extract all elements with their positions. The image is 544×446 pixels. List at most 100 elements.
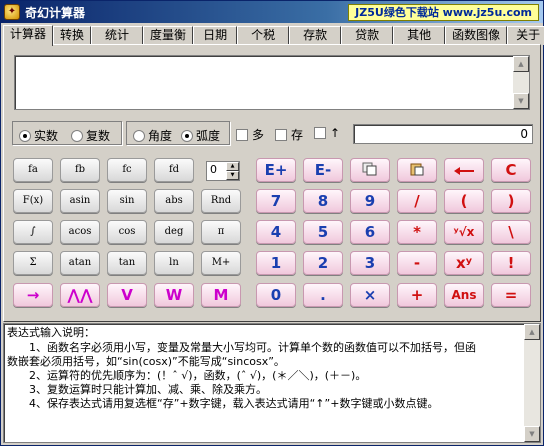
key-5[interactable]: 5: [303, 220, 343, 244]
key-fb[interactable]: fb: [60, 158, 100, 182]
checkbox-save[interactable]: 存: [275, 126, 303, 143]
radio-real-label: 实数: [34, 129, 59, 143]
key-3[interactable]: 3: [350, 251, 390, 275]
tab-tax[interactable]: 个税: [237, 26, 290, 45]
tab-bar: 计算器 转换 统计 度量衡 日期 个税 存款 贷款 其他 函数图像 关于: [3, 25, 544, 46]
key-m[interactable]: M: [201, 283, 241, 307]
checkbox-multi-box: [236, 129, 248, 141]
key-acos[interactable]: acos: [60, 220, 100, 244]
key-6[interactable]: 6: [350, 220, 390, 244]
tab-statistics[interactable]: 统计: [91, 26, 144, 45]
key-7[interactable]: 7: [256, 189, 296, 213]
help-scroll-up-icon[interactable]: ▲: [524, 324, 540, 340]
tab-about[interactable]: 关于: [507, 26, 544, 45]
result-display[interactable]: 0: [353, 124, 533, 144]
help-line: 3、复数运算时只能计算加、减、乘、除及乘方。: [7, 383, 267, 396]
angle-unit-group: 角度 弧度: [126, 121, 230, 145]
key-open-paren[interactable]: (: [444, 189, 484, 213]
key-9[interactable]: 9: [350, 189, 390, 213]
spinner-up-icon[interactable]: ▲: [226, 162, 239, 171]
key-rnd[interactable]: Rnd: [201, 189, 241, 213]
scroll-down-icon[interactable]: ▼: [513, 93, 529, 109]
function-slot-spinner[interactable]: 0 ▲ ▼: [206, 161, 240, 181]
radio-radian[interactable]: 弧度: [181, 127, 220, 144]
tab-other[interactable]: 其他: [393, 26, 446, 45]
tab-measures[interactable]: 度量衡: [143, 26, 194, 45]
radio-real[interactable]: 实数: [19, 127, 58, 144]
tab-function-graph[interactable]: 函数图像: [445, 26, 508, 45]
key-equals[interactable]: =: [491, 283, 531, 307]
key-int-divide[interactable]: \: [491, 220, 531, 244]
key-tan[interactable]: tan: [107, 251, 147, 275]
key-copy[interactable]: [350, 158, 390, 182]
key-arrow-right[interactable]: →: [13, 283, 53, 307]
title-bar[interactable]: ✦ 奇幻计算器 JZ5U绿色下载站 www.jz5u.com: [1, 1, 543, 23]
key-divide[interactable]: /: [397, 189, 437, 213]
key-factorial[interactable]: !: [491, 251, 531, 275]
key-0[interactable]: 0: [256, 283, 296, 307]
key-root[interactable]: ʸ√x: [444, 220, 484, 244]
spinner-down-icon[interactable]: ▼: [226, 171, 239, 180]
key-peaks[interactable]: ⋀⋀: [60, 283, 100, 307]
key-fa[interactable]: fa: [13, 158, 53, 182]
help-text-area[interactable]: 表达式输入说明： 1、函数名字必须用小写，变量及常量大小写均可。计算单个数的函数…: [3, 323, 541, 443]
key-ln[interactable]: ln: [154, 251, 194, 275]
key-ans[interactable]: Ans: [444, 283, 484, 307]
key-2[interactable]: 2: [303, 251, 343, 275]
key-cos[interactable]: cos: [107, 220, 147, 244]
help-scroll-down-icon[interactable]: ▼: [524, 426, 540, 442]
key-8[interactable]: 8: [303, 189, 343, 213]
key-minus[interactable]: -: [397, 251, 437, 275]
tab-convert[interactable]: 转换: [53, 26, 92, 45]
key-v[interactable]: V: [107, 283, 147, 307]
key-m-plus[interactable]: M+: [201, 251, 241, 275]
number-type-group: 实数 复数: [12, 121, 122, 145]
tab-deposit[interactable]: 存款: [289, 26, 342, 45]
checkbox-load[interactable]: ↑: [314, 126, 340, 140]
key-close-paren[interactable]: ): [491, 189, 531, 213]
key-backspace[interactable]: [444, 158, 484, 182]
key-e-minus[interactable]: E-: [303, 158, 343, 182]
radio-complex-label: 复数: [86, 129, 111, 143]
window-title: 奇幻计算器: [25, 5, 86, 20]
checkbox-save-box: [275, 129, 287, 141]
key-1[interactable]: 1: [256, 251, 296, 275]
key-fd[interactable]: fd: [154, 158, 194, 182]
key-clear[interactable]: C: [491, 158, 531, 182]
key-sin[interactable]: sin: [107, 189, 147, 213]
calculator-panel: ▲ ▼ 实数 复数 角度 弧度 多 存 ↑ 0 fa fb fc fd 0 ▲ …: [3, 44, 541, 322]
radio-degree-label: 角度: [148, 129, 173, 143]
key-decimal[interactable]: .: [303, 283, 343, 307]
key-e-plus[interactable]: E+: [256, 158, 296, 182]
key-asin[interactable]: asin: [60, 189, 100, 213]
key-complex-x[interactable]: ×: [350, 283, 390, 307]
key-multiply[interactable]: *: [397, 220, 437, 244]
checkbox-load-box: [314, 127, 326, 139]
expression-scrollbar[interactable]: ▲ ▼: [513, 56, 529, 109]
scroll-up-icon[interactable]: ▲: [513, 56, 529, 72]
key-sum[interactable]: Σ: [13, 251, 53, 275]
radio-complex[interactable]: 复数: [71, 127, 110, 144]
tab-calculator[interactable]: 计算器: [3, 25, 54, 46]
help-line: 4、保存表达式请用复选框“存”+数字键，载入表达式请用“↑”+数字键或小数点键。: [7, 397, 439, 410]
radio-degree[interactable]: 角度: [133, 127, 172, 144]
key-fc[interactable]: fc: [107, 158, 147, 182]
tab-date[interactable]: 日期: [193, 26, 238, 45]
key-fx[interactable]: F(x): [13, 189, 53, 213]
key-4[interactable]: 4: [256, 220, 296, 244]
checkbox-save-label: 存: [291, 128, 304, 142]
key-deg[interactable]: deg: [154, 220, 194, 244]
key-atan[interactable]: atan: [60, 251, 100, 275]
key-paste[interactable]: [397, 158, 437, 182]
key-pi[interactable]: π: [201, 220, 241, 244]
key-w[interactable]: W: [154, 283, 194, 307]
checkbox-multi[interactable]: 多: [236, 126, 264, 143]
help-line: 数嵌套必须用括号，如“sin(cosx)”不能写成“sincosx”。: [7, 355, 285, 368]
tab-loan[interactable]: 贷款: [341, 26, 394, 45]
expression-input[interactable]: ▲ ▼: [14, 55, 530, 110]
key-abs[interactable]: abs: [154, 189, 194, 213]
key-integral[interactable]: ∫: [13, 220, 53, 244]
help-scrollbar[interactable]: ▲ ▼: [524, 324, 540, 442]
key-plus[interactable]: +: [397, 283, 437, 307]
key-power[interactable]: xʸ: [444, 251, 484, 275]
